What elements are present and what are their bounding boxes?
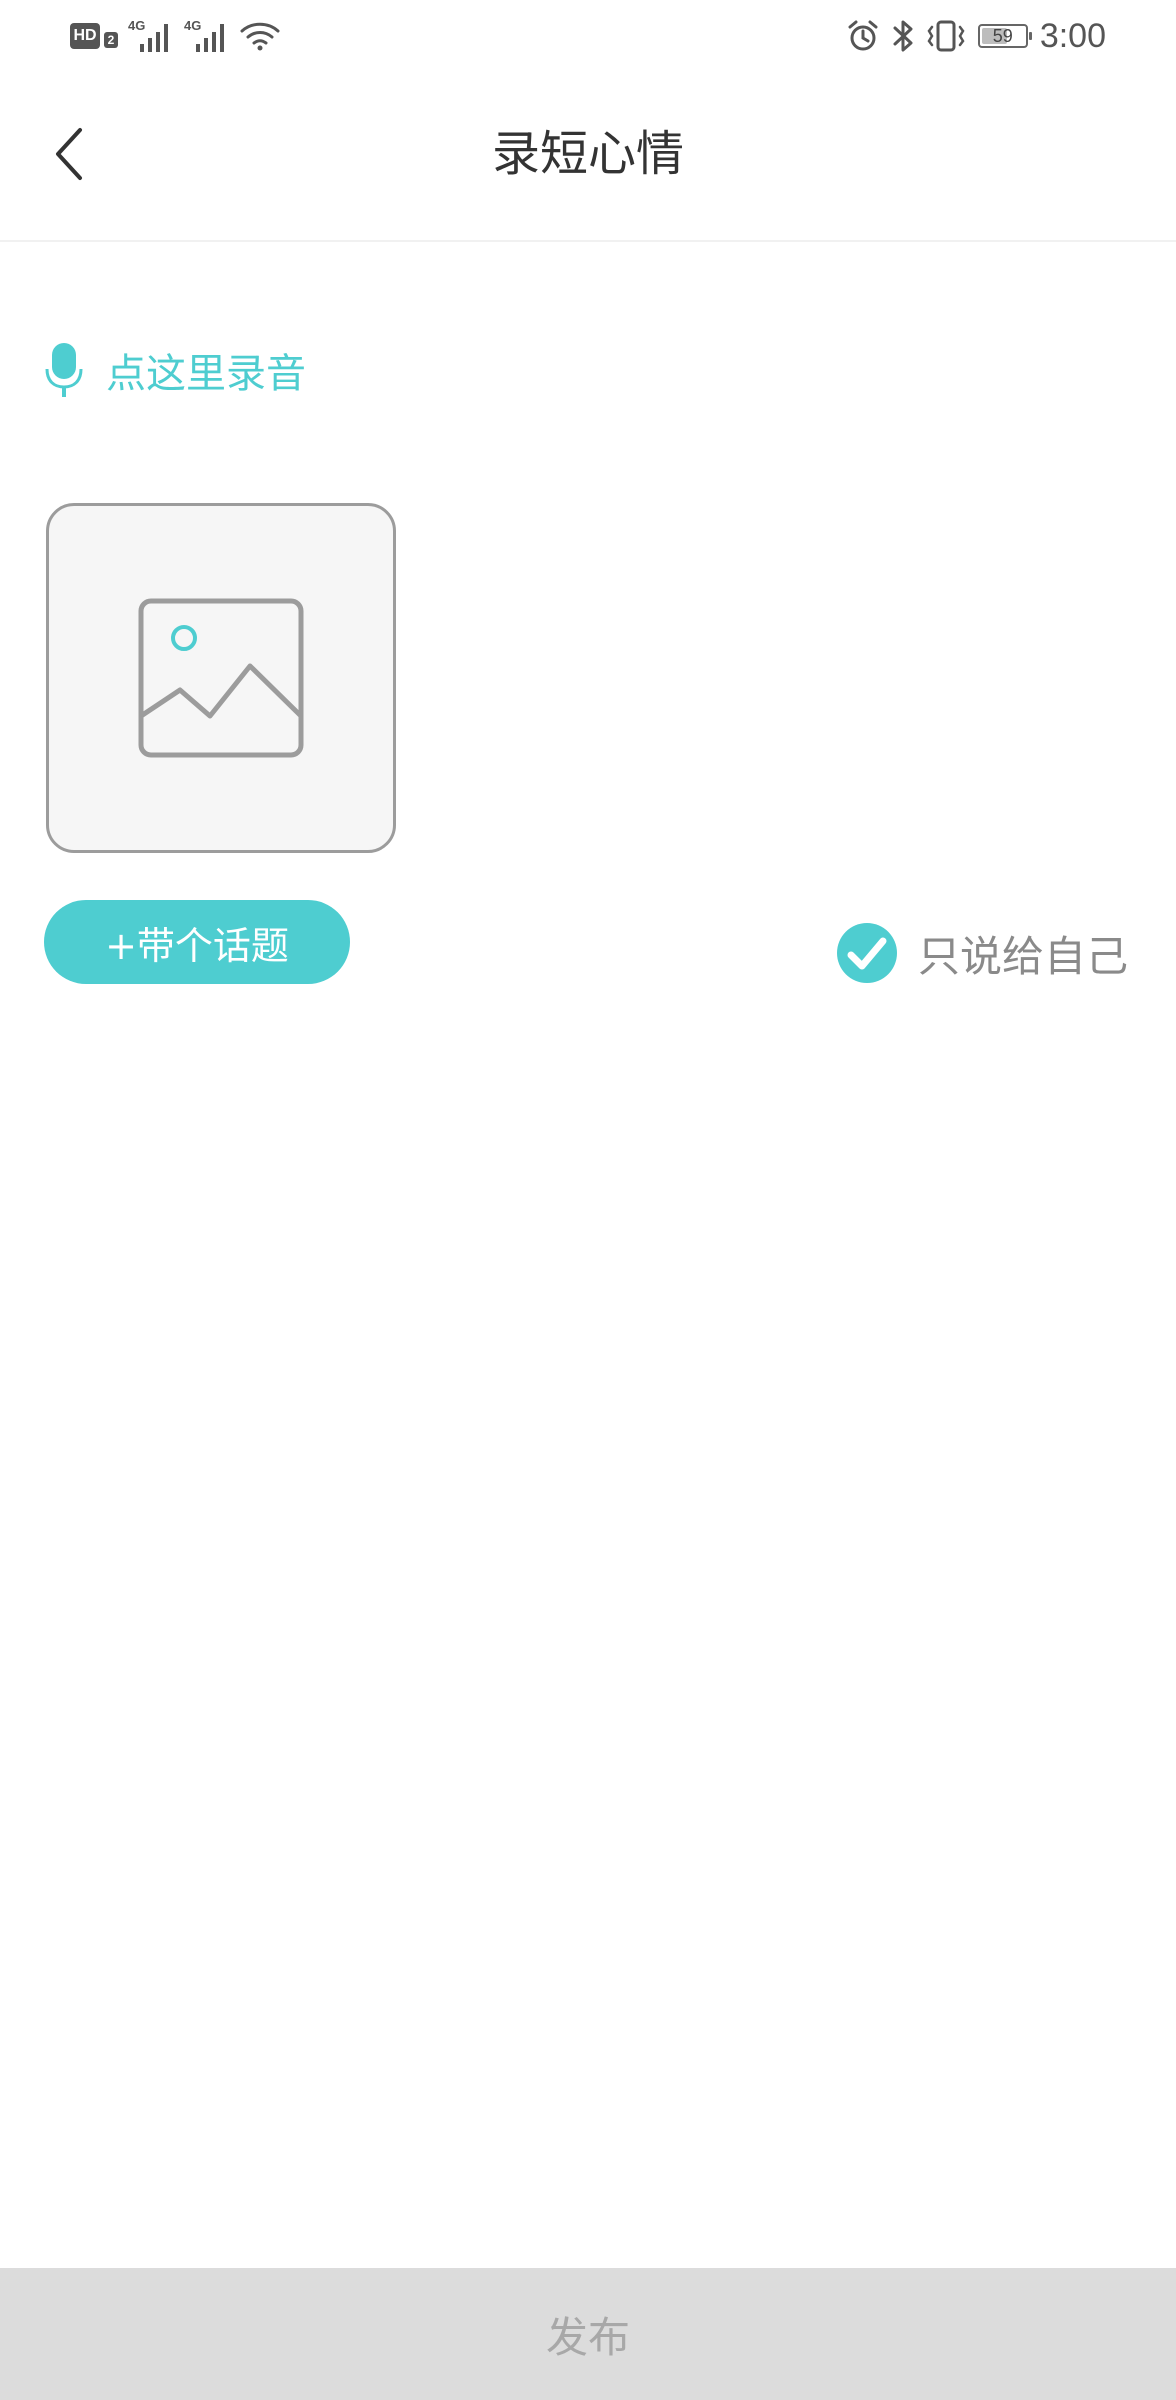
check-circle-icon [836,923,897,983]
record-audio-label: 点这里录音 [106,351,306,397]
header: 录短心情 [0,72,1176,242]
private-label: 只说给自己 [917,931,1128,981]
signal-icon [196,24,224,52]
hd-sub-badge: 2 [104,32,118,48]
signal-2: 4G [184,18,230,54]
alarm-icon [848,20,878,51]
vibrate-icon [927,20,965,52]
status-time: 3:00 [1039,16,1106,55]
publish-button[interactable]: 发布 [0,2268,1176,2400]
microphone-icon [45,343,83,397]
record-audio-button[interactable]: 点这里录音 [44,338,306,402]
page-title: 录短心情 [491,126,684,182]
signal-icon [140,24,168,52]
status-bar: HD 2 4G 4G 59 3:00 [0,0,1176,72]
status-left: HD 2 4G 4G [70,16,280,56]
private-toggle[interactable]: 只说给自己 [836,920,1128,986]
add-topic-button[interactable]: +带个话题 [44,900,350,984]
signal-1: 4G [128,18,174,54]
bluetooth-icon [893,20,913,52]
status-right: 59 3:00 [846,14,1106,58]
add-image-button[interactable] [46,503,396,853]
wifi-icon [240,22,280,51]
image-placeholder-icon [138,598,304,758]
hd-badge: HD [70,23,100,49]
battery-icon: 59 [977,24,1032,48]
battery-percentage: 59 [992,25,1013,46]
